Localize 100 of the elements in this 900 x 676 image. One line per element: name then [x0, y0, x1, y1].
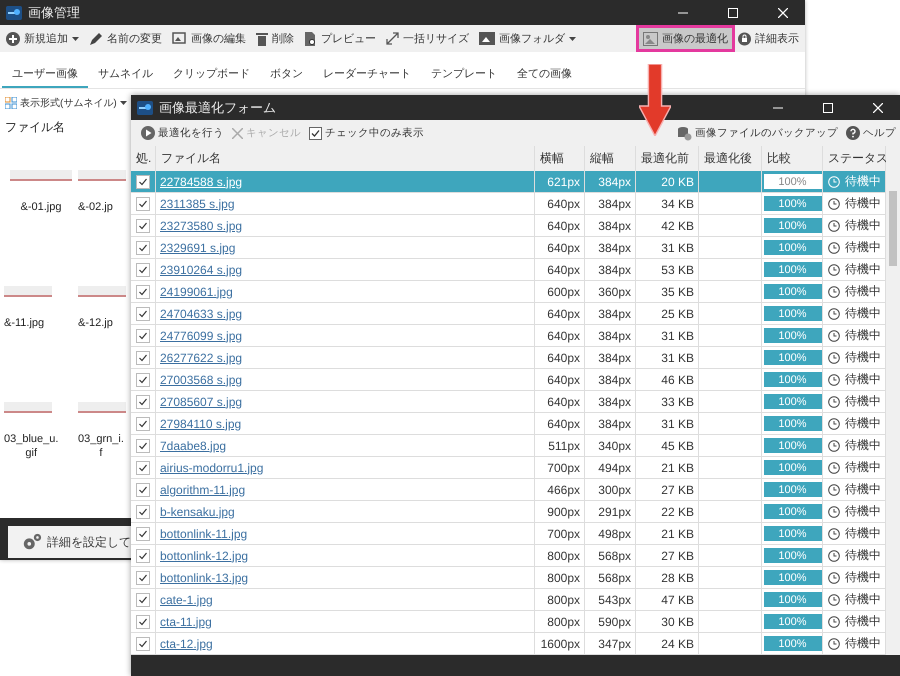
checkbox[interactable] — [136, 262, 150, 276]
thumbnail-image[interactable] — [4, 286, 52, 297]
table-row[interactable]: 27003568 s.jpg 640px 384px 46 KB 100% 待機中 — [131, 369, 886, 391]
table-row[interactable]: 23910264 s.jpg 640px 384px 53 KB 100% 待機中 — [131, 259, 886, 281]
file-link[interactable]: 23273580 s.jpg — [160, 218, 242, 232]
tab[interactable]: クリップボード — [163, 60, 260, 88]
file-link[interactable]: cta-11.jpg — [160, 614, 212, 628]
toolbar-button[interactable]: チェック中のみ表示 — [307, 124, 426, 142]
checkbox[interactable] — [136, 614, 150, 628]
thumbnail-name[interactable]: &-02.jp — [78, 201, 113, 215]
checkbox[interactable] — [136, 416, 150, 430]
table-row[interactable]: bottonlink-12.jpg 800px 568px 27 KB 100% 待機中 — [131, 545, 886, 567]
thumbnail-name[interactable]: 03_blue_u. gif — [4, 433, 58, 460]
checkbox[interactable] — [136, 526, 150, 540]
checkbox[interactable] — [136, 240, 150, 254]
file-link[interactable]: bottonlink-12.jpg — [160, 548, 248, 562]
checkbox[interactable] — [136, 482, 150, 496]
tab[interactable]: ユーザー画像 — [2, 60, 88, 88]
toolbar-button[interactable]: 画像フォルダ — [475, 28, 580, 49]
file-link[interactable]: 27984110 s.jpg — [160, 416, 242, 430]
file-link[interactable]: cate-1.jpg — [160, 592, 213, 606]
tab[interactable]: テンプレート — [421, 60, 507, 88]
checkbox[interactable] — [136, 548, 150, 562]
insert-button[interactable]: 詳細を設定して — [8, 526, 131, 558]
maximize-icon[interactable] — [823, 102, 833, 112]
table-row[interactable]: bottonlink-13.jpg 800px 568px 28 KB 100% 待機中 — [131, 567, 886, 589]
file-link[interactable]: 7daabe8.jpg — [160, 438, 226, 452]
checkbox[interactable] — [136, 350, 150, 364]
scrollbar[interactable] — [886, 146, 900, 655]
thumbnail-name[interactable]: &-12.jp — [78, 317, 113, 331]
file-link[interactable]: 26277622 s.jpg — [160, 350, 242, 364]
file-link[interactable]: bottonlink-13.jpg — [160, 570, 248, 584]
thumbnail-image[interactable] — [10, 170, 72, 181]
checkbox[interactable] — [136, 196, 150, 210]
file-link[interactable]: cta-12.jpg — [160, 636, 213, 650]
maximize-icon[interactable] — [728, 8, 738, 18]
file-link[interactable]: 27085607 s.jpg — [160, 394, 242, 408]
thumbnail-name[interactable]: &-11.jpg — [4, 317, 44, 331]
checkbox[interactable] — [136, 460, 150, 474]
table-row[interactable]: airius-modorru1.jpg 700px 494px 21 KB 100% 待機中 — [131, 457, 886, 479]
checkbox[interactable] — [136, 328, 150, 342]
table-row[interactable]: 2311385 s.jpg 640px 384px 34 KB 100% 待機中 — [131, 193, 886, 215]
toolbar-button[interactable]: 一括リサイズ — [382, 28, 473, 49]
file-link[interactable]: 24199061.jpg — [160, 284, 233, 298]
table-row[interactable]: 24704633 s.jpg 640px 384px 25 KB 100% 待機中 — [131, 303, 886, 325]
file-link[interactable]: airius-modorru1.jpg — [160, 460, 264, 474]
thumbnail-image[interactable] — [4, 402, 52, 413]
file-link[interactable]: b-kensaku.jpg — [160, 504, 235, 518]
tab[interactable]: レーダーチャート — [313, 60, 421, 88]
toolbar-button[interactable]: 画像の編集 — [168, 28, 250, 49]
thumbnail-name[interactable]: 03_grn_i. f — [78, 433, 124, 460]
checkbox[interactable] — [136, 504, 150, 518]
file-link[interactable]: 2311385 s.jpg — [160, 196, 235, 210]
checkbox[interactable] — [136, 438, 150, 452]
table-row[interactable]: 24199061.jpg 600px 360px 35 KB 100% 待機中 — [131, 281, 886, 303]
table-row[interactable]: 26277622 s.jpg 640px 384px 31 KB 100% 待機中 — [131, 347, 886, 369]
file-link[interactable]: 27003568 s.jpg — [160, 372, 242, 386]
table-row[interactable]: algorithm-11.jpg 466px 300px 27 KB 100% 待機中 — [131, 479, 886, 501]
view-mode-dropdown[interactable]: 表示形式(サムネイル) — [5, 96, 127, 110]
checkbox[interactable] — [136, 372, 150, 386]
file-link[interactable]: 23910264 s.jpg — [160, 262, 242, 276]
toolbar-button[interactable]: 名前の変更 — [85, 28, 166, 49]
file-link[interactable]: algorithm-11.jpg — [160, 482, 246, 496]
toolbar-button[interactable]: 新規追加 — [2, 28, 83, 49]
tab[interactable]: 全ての画像 — [507, 60, 582, 88]
thumbnail-image[interactable] — [78, 402, 126, 413]
checkbox[interactable] — [136, 592, 150, 606]
table-row[interactable]: 7daabe8.jpg 511px 340px 45 KB 100% 待機中 — [131, 435, 886, 457]
checkbox[interactable] — [136, 394, 150, 408]
scrollbar-thumb[interactable] — [889, 191, 897, 266]
tab[interactable]: サムネイル — [88, 60, 163, 88]
checkbox[interactable] — [136, 636, 150, 650]
thumbnail-name[interactable]: &-01.jpg — [20, 201, 62, 215]
table-row[interactable]: 24776099 s.jpg 640px 384px 31 KB 100% 待機中 — [131, 325, 886, 347]
table-row[interactable]: 23273580 s.jpg 640px 384px 42 KB 100% 待機中 — [131, 215, 886, 237]
table-row[interactable]: 2329691 s.jpg 640px 384px 31 KB 100% 待機中 — [131, 237, 886, 259]
tab[interactable]: ボタン — [260, 60, 313, 88]
checkbox[interactable] — [136, 284, 150, 298]
close-icon[interactable] — [873, 102, 883, 112]
table-row[interactable]: 27984110 s.jpg 640px 384px 31 KB 100% 待機中 — [131, 413, 886, 435]
checkbox[interactable] — [136, 174, 150, 188]
checkbox[interactable] — [136, 306, 150, 320]
toolbar-button[interactable]: 詳細表示 — [734, 28, 803, 49]
file-link[interactable]: bottonlink-11.jpg — [160, 526, 248, 540]
thumbnail-image[interactable] — [78, 170, 126, 181]
checkbox[interactable] — [136, 570, 150, 584]
toolbar-button[interactable]: 削除 — [252, 28, 298, 49]
table-row[interactable]: cate-1.jpg 800px 543px 47 KB 100% 待機中 — [131, 589, 886, 611]
close-icon[interactable] — [778, 8, 788, 18]
table-row[interactable]: 27085607 s.jpg 640px 384px 33 KB 100% 待機中 — [131, 391, 886, 413]
checkbox[interactable] — [136, 218, 150, 232]
toolbar-button[interactable]: 最適化を行う — [139, 124, 226, 142]
thumbnail-image[interactable] — [78, 286, 126, 297]
toolbar-button[interactable]: ヘルプ — [844, 124, 898, 142]
file-link[interactable]: 2329691 s.jpg — [160, 240, 236, 254]
file-link[interactable]: 24776099 s.jpg — [160, 328, 242, 342]
table-row[interactable]: 22784588 s.jpg 621px 384px 20 KB 100% 待機中 — [131, 171, 886, 193]
toolbar-button[interactable]: プレビュー — [300, 28, 380, 49]
toolbar-button[interactable]: 画像ファイルのバックアップ — [675, 124, 840, 142]
table-row[interactable]: cta-11.jpg 800px 590px 30 KB 100% 待機中 — [131, 611, 886, 633]
